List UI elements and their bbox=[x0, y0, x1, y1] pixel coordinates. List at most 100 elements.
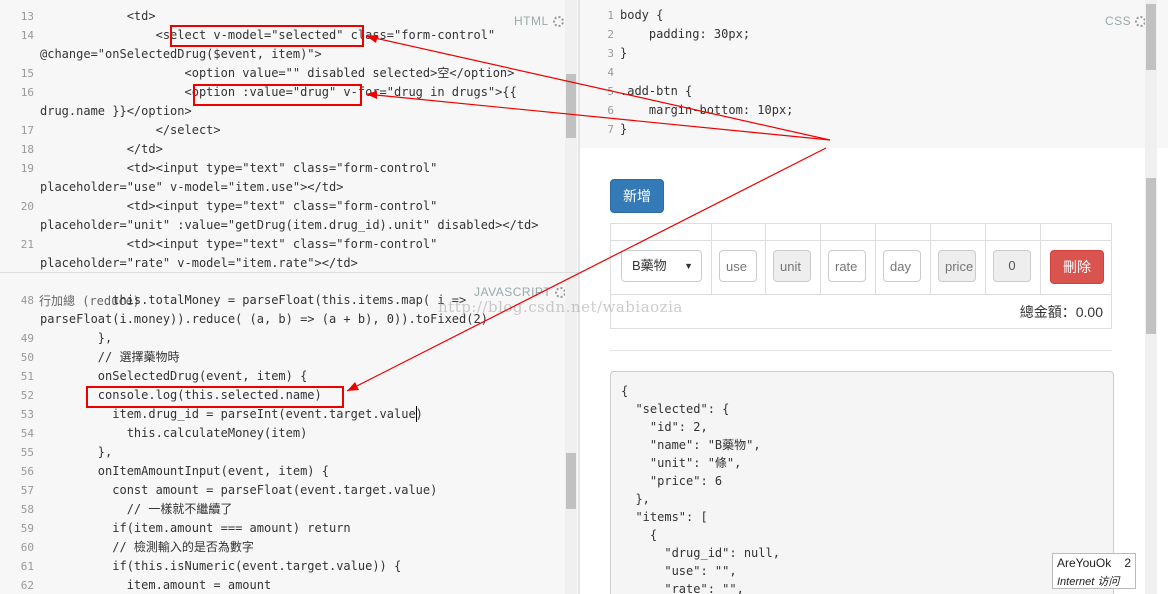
line-number: 18 bbox=[20, 143, 34, 156]
code-line[interactable]: 21 <td><input type="text" class="form-co… bbox=[0, 235, 578, 254]
price-input[interactable] bbox=[938, 250, 976, 282]
json-line: { bbox=[621, 384, 629, 398]
line-number: 60 bbox=[20, 541, 34, 554]
highlight-select-vmodel bbox=[170, 25, 364, 47]
code-text: const amount = parseFloat(event.target.v… bbox=[40, 483, 438, 497]
html-pane-label: HTML bbox=[514, 14, 564, 28]
code-line[interactable]: 49 }, bbox=[0, 329, 578, 348]
code-text: placeholder="unit" :value="getDrug(item.… bbox=[40, 218, 539, 232]
code-line[interactable]: 51 onSelectedDrug(event, item) { bbox=[0, 367, 578, 386]
code-text: // 選擇藥物時 bbox=[40, 350, 180, 364]
json-line: "rate": "", bbox=[621, 582, 744, 594]
code-line[interactable]: 3} bbox=[580, 44, 1168, 63]
json-line: "id": 2, bbox=[621, 420, 708, 434]
code-line[interactable]: 5 .add-btn { bbox=[580, 82, 1168, 101]
code-line[interactable]: @change="onSelectedDrug($event, item)"> bbox=[0, 45, 578, 64]
delete-button[interactable]: 刪除 bbox=[1050, 250, 1104, 284]
code-text: placeholder="use" v-model="item.use"></t… bbox=[40, 180, 344, 194]
code-line[interactable]: 58 // 一樣就不繼續了 bbox=[0, 500, 578, 519]
drug-select[interactable]: B藥物 ▼ bbox=[621, 250, 702, 282]
js-pane-scrollbar[interactable] bbox=[565, 273, 577, 594]
line-number: 7 bbox=[607, 123, 614, 136]
highlight-option-value bbox=[193, 84, 362, 106]
code-line[interactable]: placeholder="rate" v-model="item.rate"><… bbox=[0, 254, 578, 272]
code-line[interactable]: 7} bbox=[580, 120, 1168, 139]
javascript-editor-pane[interactable]: 行加總 (reduce) 48 this.totalMoney = parseF… bbox=[0, 273, 578, 594]
code-line[interactable]: 62 item.amount = amount bbox=[0, 576, 578, 594]
line-number: 3 bbox=[607, 47, 614, 60]
code-text: }, bbox=[40, 445, 113, 459]
code-text: } bbox=[620, 46, 628, 60]
css-pane-scrollbar[interactable] bbox=[1145, 0, 1157, 148]
json-line: "use": "", bbox=[621, 564, 737, 578]
code-text: if(this.isNumeric(event.target.value)) { bbox=[40, 559, 402, 573]
html-editor-pane[interactable]: 13 <td> 14 <select v-model="selected" cla… bbox=[0, 0, 578, 272]
code-line[interactable]: 56 onItemAmountInput(event, item) { bbox=[0, 462, 578, 481]
use-input[interactable] bbox=[719, 250, 757, 282]
code-line[interactable]: 61 if(this.isNumeric(event.target.value)… bbox=[0, 557, 578, 576]
watermark: http://blog.csdn.net/wabiaozia bbox=[438, 298, 683, 316]
code-line[interactable]: 18 </td> bbox=[0, 140, 578, 159]
highlight-console-log bbox=[86, 386, 344, 408]
code-line[interactable]: 17 </select> bbox=[0, 121, 578, 140]
code-text: onSelectedDrug(event, item) { bbox=[40, 369, 308, 383]
code-line[interactable]: 4 bbox=[580, 63, 1168, 82]
code-line[interactable]: 54 this.calculateMoney(item) bbox=[0, 424, 578, 443]
line-number: 51 bbox=[20, 370, 34, 383]
code-text: if(item.amount === amount) return bbox=[40, 521, 351, 535]
code-line[interactable]: 20 <td><input type="text" class="form-co… bbox=[0, 197, 578, 216]
line-number: 50 bbox=[20, 351, 34, 364]
json-line: }, bbox=[621, 492, 650, 506]
code-text: padding: 30px; bbox=[620, 27, 751, 41]
code-line[interactable]: 15 <option value="" disabled selected>空<… bbox=[0, 64, 578, 83]
code-line[interactable]: 57 const amount = parseFloat(event.targe… bbox=[0, 481, 578, 500]
rate-input[interactable] bbox=[828, 250, 866, 282]
code-line[interactable]: 60 // 檢測輸入的是否為數字 bbox=[0, 538, 578, 557]
code-text: <td><input type="text" class="form-contr… bbox=[40, 161, 438, 175]
code-line[interactable]: 59 if(item.amount === amount) return bbox=[0, 519, 578, 538]
scrollbar-thumb[interactable] bbox=[566, 74, 576, 138]
line-number: 48 bbox=[20, 294, 34, 307]
code-text: margin-bottom: 10px; bbox=[620, 103, 794, 117]
scrollbar-thumb[interactable] bbox=[1146, 4, 1156, 70]
code-line[interactable]: 55 }, bbox=[0, 443, 578, 462]
code-line[interactable]: 6 margin-bottom: 10px; bbox=[580, 101, 1168, 120]
json-line: "unit": "條", bbox=[621, 456, 742, 470]
scrollbar-thumb[interactable] bbox=[566, 453, 576, 509]
line-number: 16 bbox=[20, 86, 34, 99]
total-money-label: 總金額：0.00 bbox=[1019, 304, 1103, 320]
scrollbar-thumb[interactable] bbox=[1146, 178, 1156, 334]
code-line[interactable]: 19 <td><input type="text" class="form-co… bbox=[0, 159, 578, 178]
code-line[interactable]: 50 // 選擇藥物時 bbox=[0, 348, 578, 367]
line-number: 49 bbox=[20, 332, 34, 345]
code-line[interactable]: placeholder="unit" :value="getDrug(item.… bbox=[0, 216, 578, 235]
json-line: "price": 6 bbox=[621, 474, 723, 488]
column-divider bbox=[711, 224, 712, 294]
html-pane-scrollbar[interactable] bbox=[565, 0, 577, 272]
day-input[interactable] bbox=[883, 250, 921, 282]
code-line[interactable]: placeholder="use" v-model="item.use"></t… bbox=[0, 178, 578, 197]
column-divider bbox=[985, 224, 986, 294]
code-line[interactable]: 13 <td> bbox=[0, 7, 578, 26]
add-button[interactable]: 新增 bbox=[610, 179, 664, 213]
line-number: 56 bbox=[20, 465, 34, 478]
code-text: }, bbox=[40, 331, 113, 345]
code-text: item.amount = amount bbox=[40, 578, 272, 592]
text-cursor bbox=[416, 406, 417, 422]
preview-scrollbar[interactable] bbox=[1145, 148, 1157, 594]
css-editor-pane[interactable]: 1 body {2 padding: 30px; 3} 4 5 .add-btn {6 m… bbox=[580, 0, 1168, 148]
json-line: "name": "B藥物", bbox=[621, 438, 761, 452]
column-divider bbox=[875, 224, 876, 294]
code-line[interactable]: 2 padding: 30px; bbox=[580, 25, 1168, 44]
json-line: "drug_id": null, bbox=[621, 546, 780, 560]
code-text: </td> bbox=[40, 142, 163, 156]
code-line[interactable]: 1 body { bbox=[580, 6, 1168, 25]
line-number: 58 bbox=[20, 503, 34, 516]
code-text: <td> bbox=[40, 9, 156, 23]
unit-input[interactable] bbox=[773, 250, 811, 282]
table-header-row bbox=[611, 224, 1111, 241]
column-divider bbox=[1040, 224, 1041, 294]
code-text: this.totalMoney = parseFloat(this.items.… bbox=[40, 293, 467, 307]
code-text: <option value="" disabled selected>空</op… bbox=[40, 66, 515, 80]
gear-icon[interactable] bbox=[552, 16, 564, 27]
